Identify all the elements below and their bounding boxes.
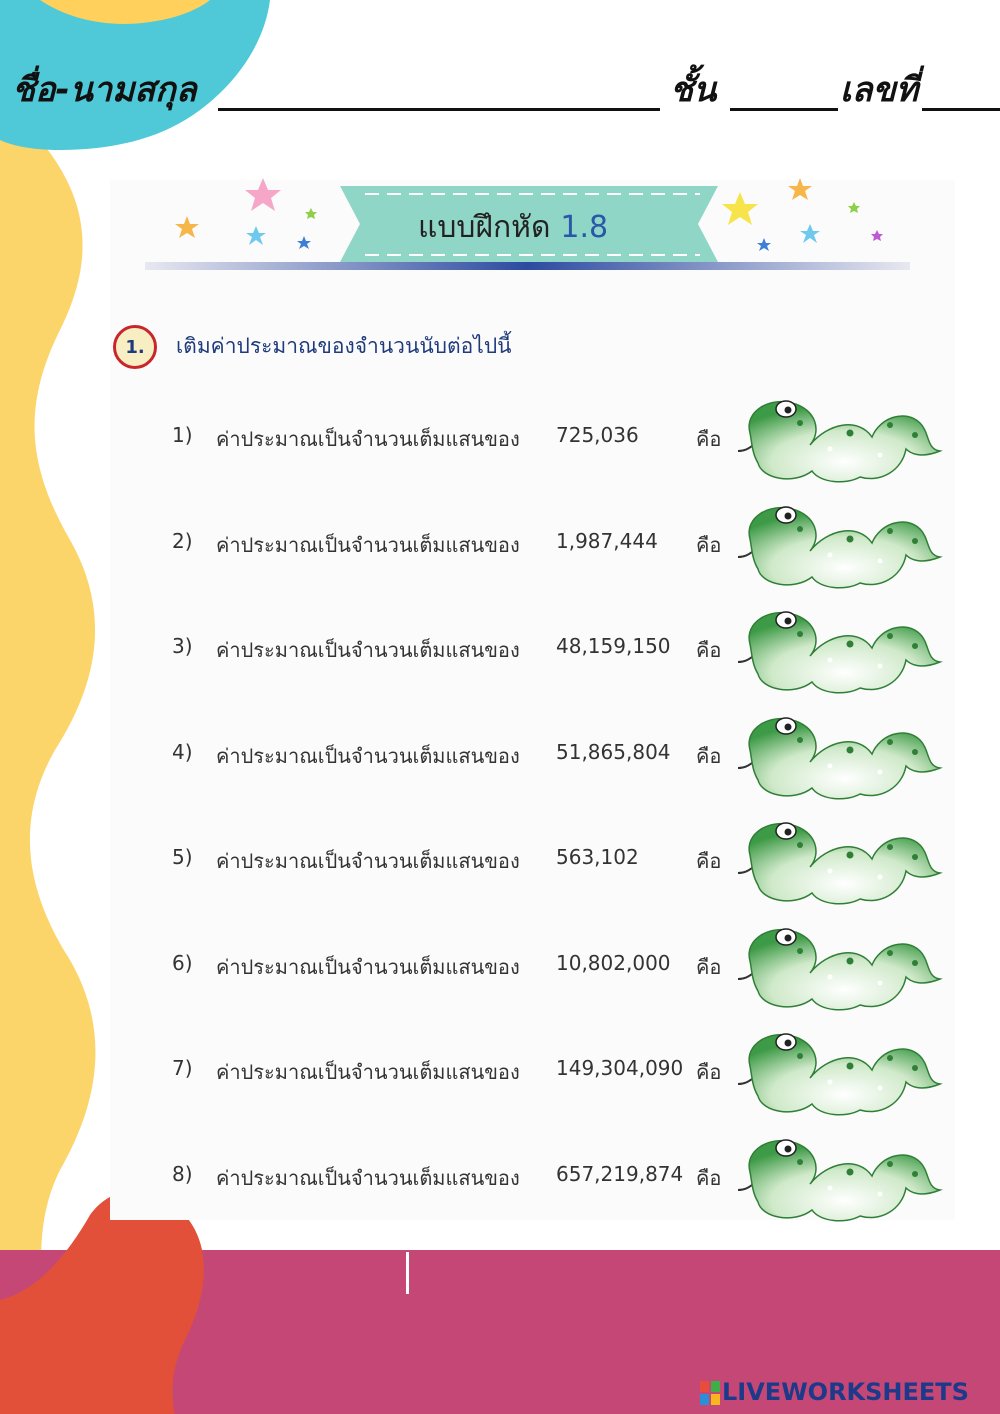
list-item: 7) ค่าประมาณเป็นจำนวนเต็มแสนของ 149,304,…	[0, 1026, 1000, 1116]
item-number: 8)	[172, 1161, 193, 1186]
item-prompt: ค่าประมาณเป็นจำนวนเต็มแสนของ	[216, 743, 520, 768]
item-value: 1,987,444	[556, 528, 658, 553]
item-number: 5)	[172, 845, 193, 869]
item-equals-label: คือ	[696, 743, 722, 768]
item-prompt: ค่าประมาณเป็นจำนวนเต็มแสนของ	[216, 1165, 520, 1190]
item-equals-label: คือ	[696, 638, 722, 662]
list-item: 3) ค่าประมาณเป็นจำนวนเต็มแสนของ 48,159,1…	[0, 604, 1000, 694]
item-prompt: ค่าประมาณเป็นจำนวนเต็มแสนของ	[216, 427, 520, 451]
item-number: 3)	[172, 634, 193, 658]
item-value: 725,036	[556, 423, 639, 447]
item-number: 4)	[172, 739, 193, 764]
item-value: 51,865,804	[556, 739, 671, 764]
item-prompt: ค่าประมาณเป็นจำนวนเต็มแสนของ	[216, 1060, 520, 1084]
list-item: 4) ค่าประมาณเป็นจำนวนเต็มแสนของ 51,865,8…	[0, 710, 1000, 800]
snake-answer-box[interactable]	[730, 604, 945, 699]
snake-answer-box[interactable]	[730, 815, 945, 910]
item-value: 657,219,874	[556, 1161, 684, 1186]
item-value: 48,159,150	[556, 634, 671, 658]
snake-answer-box[interactable]	[730, 921, 945, 1016]
item-number: 6)	[172, 950, 193, 975]
item-value: 149,304,090	[556, 1056, 684, 1080]
item-prompt: ค่าประมาณเป็นจำนวนเต็มแสนของ	[216, 849, 520, 873]
item-equals-label: คือ	[696, 532, 722, 557]
item-value: 10,802,000	[556, 950, 671, 975]
brand-logo: LIVEWORKSHEETS	[700, 1378, 969, 1408]
snake-answer-box[interactable]	[730, 1132, 945, 1227]
item-value: 563,102	[556, 845, 639, 869]
snake-answer-box[interactable]	[730, 1026, 945, 1121]
item-equals-label: คือ	[696, 1165, 722, 1190]
list-item: 1) ค่าประมาณเป็นจำนวนเต็มแสนของ 725,036 …	[0, 393, 1000, 483]
item-prompt: ค่าประมาณเป็นจำนวนเต็มแสนของ	[216, 532, 520, 557]
item-equals-label: คือ	[696, 954, 722, 979]
snake-answer-box[interactable]	[730, 393, 945, 488]
question-number-badge: 1.	[113, 325, 157, 369]
list-item: 6) ค่าประมาณเป็นจำนวนเต็มแสนของ 10,802,0…	[0, 921, 1000, 1011]
item-prompt: ค่าประมาณเป็นจำนวนเต็มแสนของ	[216, 638, 520, 662]
brand-name: LIVEWORKSHEETS	[722, 1378, 969, 1406]
item-equals-label: คือ	[696, 427, 722, 451]
question-instruction: เติมค่าประมาณของจำนวนนับต่อไปนี้	[176, 334, 512, 358]
list-item: 5) ค่าประมาณเป็นจำนวนเต็มแสนของ 563,102 …	[0, 815, 1000, 905]
snake-answer-box[interactable]	[730, 710, 945, 805]
item-equals-label: คือ	[696, 1060, 722, 1084]
item-number: 2)	[172, 528, 193, 553]
list-item: 8) ค่าประมาณเป็นจำนวนเต็มแสนของ 657,219,…	[0, 1132, 1000, 1222]
item-prompt: ค่าประมาณเป็นจำนวนเต็มแสนของ	[216, 954, 520, 979]
item-equals-label: คือ	[696, 849, 722, 873]
exercise-number: 1.8	[560, 210, 609, 245]
item-number: 7)	[172, 1056, 193, 1080]
live-badge-icon	[700, 1381, 720, 1405]
snake-answer-box[interactable]	[730, 499, 945, 594]
exercise-title: แบบฝึกหัด 1.8	[418, 204, 608, 251]
item-number: 1)	[172, 423, 193, 447]
exercise-title-text: แบบฝึกหัด	[418, 210, 551, 245]
list-item: 2) ค่าประมาณเป็นจำนวนเต็มแสนของ 1,987,44…	[0, 499, 1000, 589]
